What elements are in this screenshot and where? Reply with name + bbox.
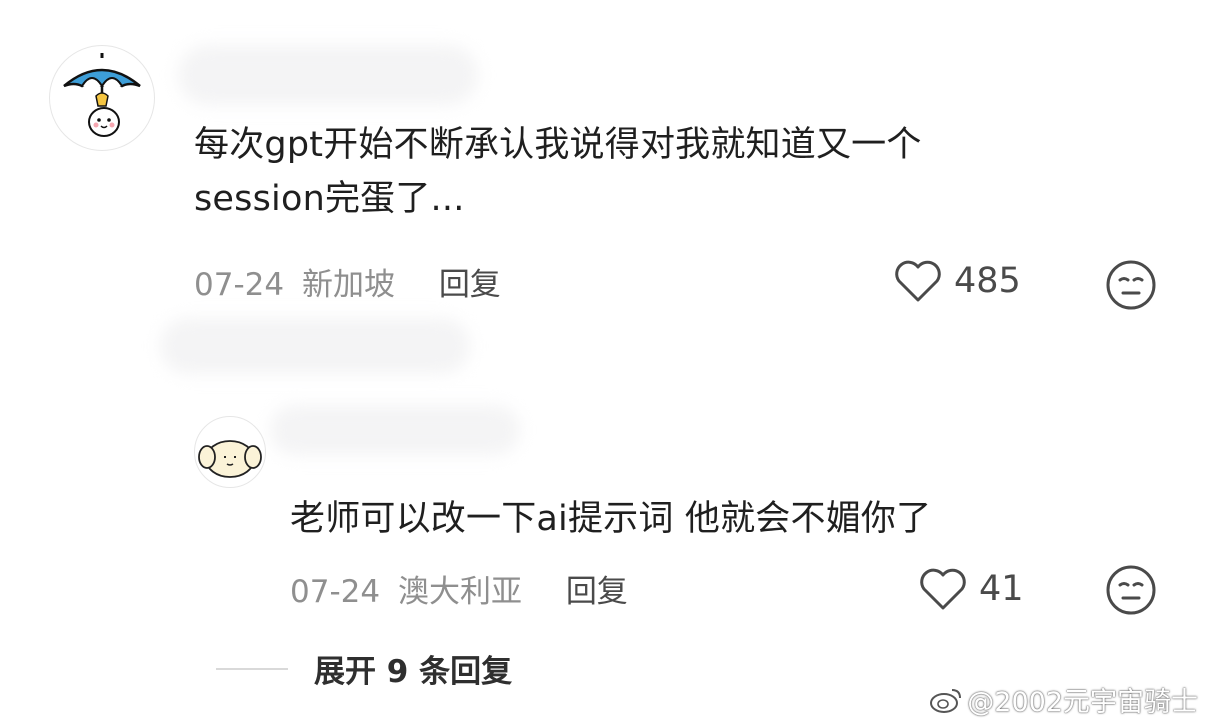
expand-replies-button[interactable]: 展开 9 条回复 <box>216 646 512 691</box>
comment-2-reaction-button[interactable] <box>1105 564 1157 620</box>
comment-1-location: 新加坡 <box>301 267 395 303</box>
comment-2-text: 老师可以改一下ai提示词 他就会不媚你了 <box>290 499 932 539</box>
comment-1-like-button[interactable]: 485 <box>892 258 1021 304</box>
comment-2-location: 澳大利亚 <box>397 574 522 610</box>
comment-1-like-count: 485 <box>954 261 1021 301</box>
weibo-icon <box>930 688 962 713</box>
puppy-character-icon <box>198 440 262 478</box>
watermark: @2002元宇宙骑士 <box>929 680 1198 719</box>
comment-1-meta: 07-24 新加坡 回复 <box>194 259 501 304</box>
umbrella-character-icon <box>63 53 141 137</box>
neutral-face-icon <box>1106 565 1156 615</box>
expand-replies-label: 展开 9 条回复 <box>314 654 513 690</box>
username-redacted-1 <box>178 45 478 105</box>
avatar-comment-2[interactable] <box>194 416 266 488</box>
comment-1-line-2: session完蛋了... <box>194 179 465 219</box>
comment-2-like-count: 41 <box>979 569 1024 609</box>
comment-2-reply-button[interactable]: 回复 <box>566 574 628 610</box>
comment-1-text: 每次gpt开始不断承认我说得对我就知道又一个 session完蛋了... <box>194 118 1094 226</box>
heart-outline-icon <box>920 568 966 610</box>
comment-1-reaction-button[interactable] <box>1105 259 1157 315</box>
comment-2-like-button[interactable]: 41 <box>917 566 1024 612</box>
avatar-comment-1[interactable] <box>49 45 155 151</box>
neutral-face-icon <box>1106 260 1156 310</box>
comment-1-date: 07-24 <box>194 267 285 303</box>
comment-2-date: 07-24 <box>290 574 381 610</box>
expand-divider <box>216 667 288 670</box>
watermark-text: @2002元宇宙骑士 <box>967 687 1198 718</box>
heart-outline-icon <box>895 260 941 302</box>
comment-1-reply-button[interactable]: 回复 <box>439 267 501 303</box>
username-redacted-2 <box>160 318 470 374</box>
comment-1-line-1: 每次gpt开始不断承认我说得对我就知道又一个 <box>194 125 922 165</box>
comment-2-meta: 07-24 澳大利亚 回复 <box>290 566 628 611</box>
username-redacted-3 <box>270 405 520 455</box>
